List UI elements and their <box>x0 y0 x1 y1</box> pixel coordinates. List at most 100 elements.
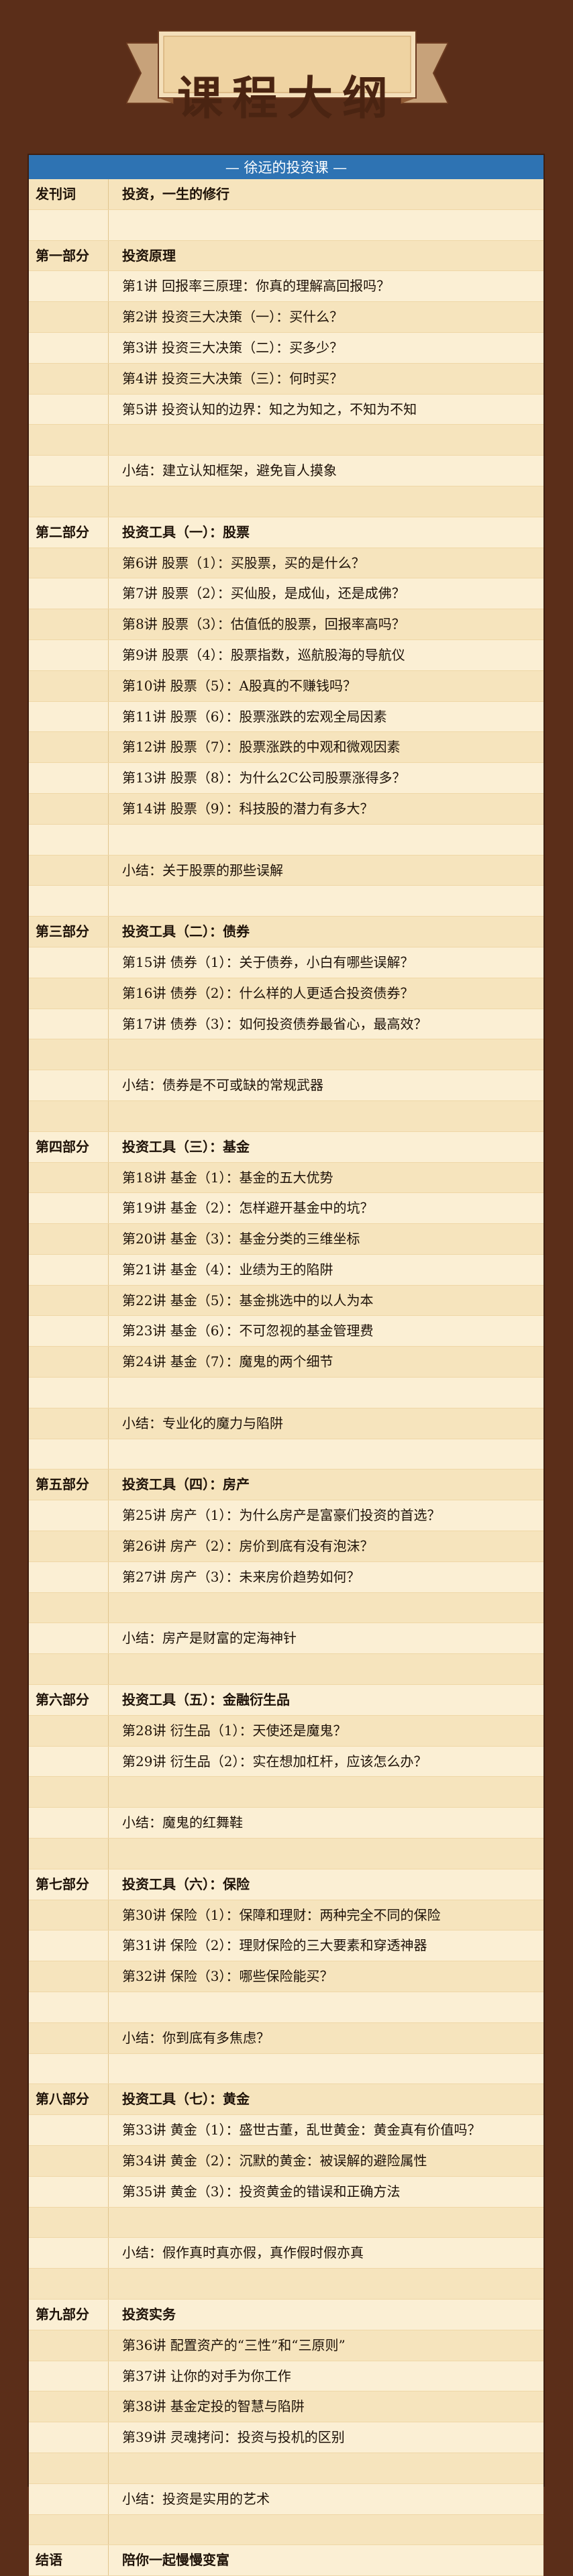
section-label <box>29 2391 109 2422</box>
section-label <box>29 209 109 240</box>
section-label <box>29 824 109 855</box>
section-label <box>29 701 109 732</box>
syllabus-row: 第5讲 投资认知的边界：知之为知之，不知为不知 <box>29 394 543 425</box>
lecture-item: 第28讲 衍生品（1）：天使还是魔鬼？ <box>122 1722 347 1739</box>
syllabus-row: 第33讲 黄金（1）：盛世古董，乱世黄金：黄金真有价值吗？ <box>29 2115 543 2146</box>
section-title: 投资工具（一）：股票 <box>122 523 250 540</box>
section-label: 第八部分 <box>29 2084 109 2115</box>
section-label <box>29 1254 109 1285</box>
lecture-item: 第29讲 衍生品（2）：实在想加杠杆，应该怎么办？ <box>122 1753 427 1769</box>
lecture-item: 第2讲 投资三大决策（一）：买什么？ <box>122 309 344 325</box>
syllabus-row: 第32讲 保险（3）：哪些保险能买？ <box>29 1961 543 1993</box>
section-label <box>29 1777 109 1808</box>
lecture-item <box>109 825 543 855</box>
syllabus-row <box>29 2053 543 2085</box>
lecture-item: 第35讲 黄金（3）：投资黄金的错误和正确方法 <box>122 2183 401 2200</box>
lecture-item: 第36讲 配置资产的“三性”和“三原则” <box>122 2336 346 2353</box>
lecture-item: 小结：关于股票的那些误解 <box>122 862 283 878</box>
section-label <box>29 1839 109 1869</box>
page-title: 课程大纲 <box>176 71 397 125</box>
syllabus-row: 第9讲 股票（4）：股票指数，巡航股海的导航仪 <box>29 639 543 671</box>
lecture-item: 第15讲 债券（1）：关于债券，小白有哪些误解？ <box>122 954 414 970</box>
lecture-item <box>109 1378 543 1408</box>
lecture-item: 第12讲 股票（7）：股票涨跌的中观和微观因素 <box>122 739 401 756</box>
section-label <box>29 1592 109 1623</box>
syllabus-row: 第24讲 基金（7）：魔鬼的两个细节 <box>29 1347 543 1378</box>
lecture-item: 小结：魔鬼的红舞鞋 <box>122 1814 243 1831</box>
lecture-item <box>109 2208 543 2238</box>
section-title: 投资工具（二）：债券 <box>122 923 250 940</box>
lecture-item: 第8讲 股票（3）：估值低的股票，回报率高吗？ <box>122 616 405 633</box>
syllabus-row <box>29 486 543 517</box>
lecture-item: 第18讲 基金（1）：基金的五大优势 <box>122 1169 333 1186</box>
lecture-item: 第23讲 基金（6）：不可忽视的基金管理费 <box>122 1323 374 1339</box>
section-label: 第二部分 <box>29 517 109 548</box>
syllabus-row: 第36讲 配置资产的“三性”和“三原则” <box>29 2330 543 2361</box>
section-title: 投资工具（六）：保险 <box>122 1875 250 1892</box>
syllabus-row: 第一部分 投资原理 <box>29 240 543 272</box>
lecture-item: 第5讲 投资认知的边界：知之为知之，不知为不知 <box>122 401 417 417</box>
section-label <box>29 1439 109 1470</box>
lecture-item: 第32讲 保险（3）：哪些保险能买？ <box>122 1968 333 1985</box>
section-label <box>29 1100 109 1131</box>
syllabus-row <box>29 2453 543 2484</box>
section-label <box>29 1224 109 1254</box>
title-banner: 课程大纲 <box>126 24 448 125</box>
syllabus-row: 小结：魔鬼的红舞鞋 <box>29 1808 543 1839</box>
section-label <box>29 1930 109 1961</box>
section-label <box>29 2053 109 2084</box>
section-label <box>29 1531 109 1561</box>
syllabus-row: 第30讲 保险（1）：保障和理财：两种完全不同的保险 <box>29 1900 543 1931</box>
syllabus-row: 小结：专业化的魔力与陷阱 <box>29 1408 543 1439</box>
section-label <box>29 363 109 394</box>
course-name-bar: — 徐远的投资课 — <box>29 155 543 179</box>
syllabus-row: 第三部分 投资工具（二）：债券 <box>29 917 543 947</box>
section-label: 第九部分 <box>29 2299 109 2330</box>
lecture-item: 第26讲 房产（2）：房价到底有没有泡沫？ <box>122 1538 374 1555</box>
lecture-item: 第3讲 投资三大决策（二）：买多少？ <box>122 339 344 356</box>
lecture-item: 第31讲 保险（2）：理财保险的三大要素和穿透神器 <box>122 1937 427 1954</box>
syllabus-row: 第11讲 股票（6）：股票涨跌的宏观全局因素 <box>29 701 543 733</box>
section-label <box>29 2330 109 2361</box>
syllabus-row: 小结：投资是实用的艺术 <box>29 2483 543 2515</box>
lecture-item <box>109 1992 543 2022</box>
syllabus-row: 第七部分 投资工具（六）：保险 <box>29 1869 543 1900</box>
lecture-item: 小结：假作真时真亦假，真作假时假亦真 <box>122 2245 364 2261</box>
syllabus-row <box>29 1839 543 1869</box>
syllabus-row: 小结：债券是不可或缺的常规武器 <box>29 1070 543 1101</box>
lecture-item <box>109 2453 543 2483</box>
section-label <box>29 2176 109 2207</box>
syllabus-row: 第16讲 债券（2）：什么样的人更适合投资债券？ <box>29 978 543 1009</box>
lecture-item: 第19讲 基金（2）：怎样避开基金中的坑？ <box>122 1200 374 1217</box>
syllabus-row: 第八部分 投资工具（七）：黄金 <box>29 2084 543 2116</box>
section-label: 第四部分 <box>29 1131 109 1162</box>
section-label <box>29 2422 109 2453</box>
syllabus-row <box>29 209 543 241</box>
syllabus-row: 第五部分 投资工具（四）：房产 <box>29 1470 543 1501</box>
syllabus-row: 第2讲 投资三大决策（一）：买什么？ <box>29 302 543 333</box>
section-title: 投资工具（五）：金融衍生品 <box>122 1692 290 1708</box>
lecture-item <box>109 1839 543 1869</box>
lecture-item: 第6讲 股票（1）：买股票，买的是什么？ <box>122 554 365 571</box>
syllabus-row: 发刊词 投资，一生的修行 <box>29 179 543 210</box>
syllabus-row: 第37讲 让你的对手为你工作 <box>29 2361 543 2392</box>
section-title: 投资工具（四）：房产 <box>122 1476 250 1493</box>
lecture-item <box>109 1777 543 1807</box>
section-label <box>29 1162 109 1193</box>
section-label <box>29 1070 109 1100</box>
syllabus-row <box>29 1100 543 1132</box>
syllabus-row: 第21讲 基金（4）：业绩为王的陷阱 <box>29 1254 543 1286</box>
syllabus-row: 第22讲 基金（5）：基金挑选中的以人为本 <box>29 1285 543 1317</box>
syllabus-row: 第34讲 黄金（2）：沉默的黄金：被误解的避险属性 <box>29 2146 543 2177</box>
lecture-item: 小结：你到底有多焦虑？ <box>122 2029 270 2046</box>
lecture-item: 小结：债券是不可或缺的常规武器 <box>122 1077 323 1094</box>
syllabus-row: 第38讲 基金定投的智慧与陷阱 <box>29 2391 543 2423</box>
section-label <box>29 1900 109 1930</box>
lecture-item: 第24讲 基金（7）：魔鬼的两个细节 <box>122 1353 333 1370</box>
section-label <box>29 1347 109 1378</box>
section-label <box>29 1992 109 2022</box>
syllabus-row: 第25讲 房产（1）：为什么房产是富豪们投资的首选？ <box>29 1500 543 1532</box>
section-label <box>29 425 109 456</box>
syllabus-row: 第二部分 投资工具（一）：股票 <box>29 517 543 548</box>
section-title: 投资实务 <box>122 2306 176 2322</box>
